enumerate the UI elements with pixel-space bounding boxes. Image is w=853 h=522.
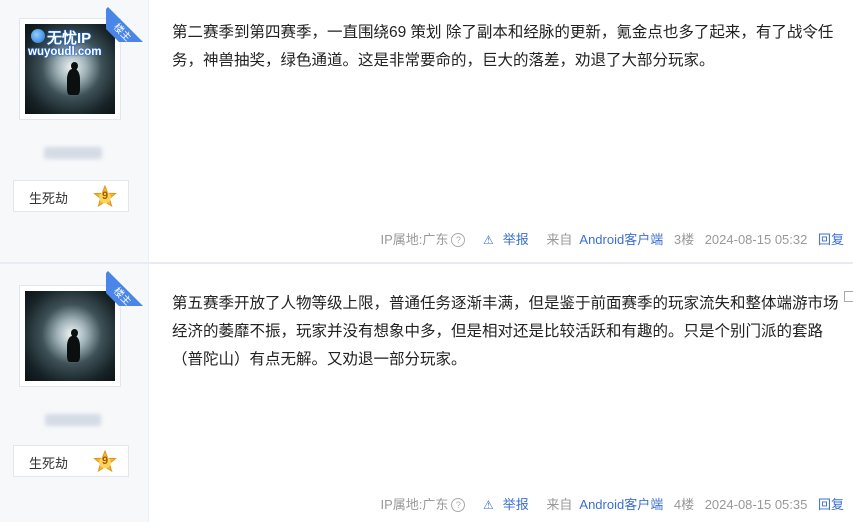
warning-icon: ⚠ xyxy=(482,233,494,247)
post-time: 2024-08-15 05:32 xyxy=(704,232,808,247)
op-corner-badge: 楼主 xyxy=(106,0,148,42)
op-corner-badge: 楼主 xyxy=(106,264,148,306)
user-level-badge[interactable]: 生死劫 9 xyxy=(13,180,129,212)
level-number: 9 xyxy=(101,190,109,202)
floor-number: 4楼 xyxy=(673,497,695,512)
level-name: 生死劫 xyxy=(29,191,69,206)
watermark-logo-icon xyxy=(31,29,45,43)
username-blurred[interactable] xyxy=(45,414,101,426)
post-floor-3: 无忧IP wuyoudl.com 生死劫 9 楼主 第二赛季到第四赛季，一直围绕… xyxy=(0,0,853,263)
ip-location-text: IP属地:广东 xyxy=(380,232,449,247)
watermark-title: 无忧IP xyxy=(47,30,92,47)
level-star-icon: 9 xyxy=(93,184,117,209)
reply-button[interactable]: 回复 xyxy=(818,497,844,512)
ip-location-text: IP属地:广东 xyxy=(380,497,449,512)
user-level-badge[interactable]: 生死劫 9 xyxy=(13,445,129,477)
watermark-url: wuyoudl.com xyxy=(28,46,102,58)
level-number: 9 xyxy=(101,455,109,467)
ip-location: IP属地:广东? xyxy=(373,497,466,512)
report-label: 举报 xyxy=(502,232,529,247)
username-blurred[interactable] xyxy=(44,147,102,159)
report-link[interactable]: ⚠ 举报 xyxy=(476,497,529,512)
avatar-image[interactable]: 无忧IP wuyoudl.com xyxy=(25,24,115,114)
collapse-icon[interactable] xyxy=(844,291,853,302)
level-name: 生死劫 xyxy=(29,456,69,471)
floor-number: 3楼 xyxy=(673,232,695,247)
report-label: 举报 xyxy=(502,497,529,512)
client-source: 来自 Android客户端 xyxy=(539,497,663,512)
post-meta: IP属地:广东? ⚠ 举报 来自 Android客户端 3楼 2024-08-15 … xyxy=(366,229,844,248)
post-content: 第五赛季开放了人物等级上限，普通任务逐渐丰满，但是鉴于前面赛季的玩家流失和整体端… xyxy=(172,295,839,368)
post-floor-4: 生死劫 9 楼主 第五赛季开放了人物等级上限，普通任务逐渐丰满，但是鉴于前面赛季… xyxy=(0,263,853,522)
help-icon[interactable]: ? xyxy=(451,233,466,247)
report-link[interactable]: ⚠ 举报 xyxy=(476,232,529,247)
warning-icon: ⚠ xyxy=(482,498,494,512)
level-star-icon: 9 xyxy=(93,449,117,474)
avatar-figure-body xyxy=(67,336,80,362)
avatar-figure-body xyxy=(67,69,80,95)
ip-location: IP属地:广东? xyxy=(373,232,466,247)
reply-button[interactable]: 回复 xyxy=(818,232,844,247)
help-icon[interactable]: ? xyxy=(451,498,466,512)
post-content: 第二赛季到第四赛季，一直围绕69 策划 除了副本和经脉的更新，氪金点也多了起来，… xyxy=(172,24,834,69)
client-link[interactable]: Android客户端 xyxy=(579,232,663,247)
avatar-watermark: 无忧IP wuyoudl.com xyxy=(27,26,115,62)
op-corner-label: 楼主 xyxy=(106,271,148,306)
post-time: 2024-08-15 05:35 xyxy=(704,497,808,512)
client-source: 来自 Android客户端 xyxy=(539,232,663,247)
client-prefix: 来自 xyxy=(546,232,573,247)
client-prefix: 来自 xyxy=(546,497,573,512)
avatar-image[interactable] xyxy=(25,291,115,381)
client-link[interactable]: Android客户端 xyxy=(579,497,663,512)
post-meta: IP属地:广东? ⚠ 举报 来自 Android客户端 4楼 2024-08-15 … xyxy=(366,494,844,513)
op-corner-label: 楼主 xyxy=(106,7,148,42)
